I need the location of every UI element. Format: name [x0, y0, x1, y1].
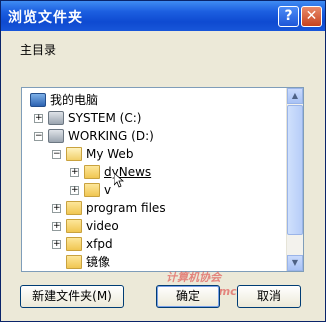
expand-icon[interactable]: +: [70, 168, 79, 177]
scrollbar-thumb[interactable]: [287, 105, 303, 235]
vertical-scrollbar[interactable]: ▲ ▼: [286, 88, 303, 271]
title-bar: 浏览文件夹 ? ✕: [1, 1, 325, 31]
browse-folder-dialog: 浏览文件夹 ? ✕ 主目录 我的电脑 + SYSTEM (C:) − WORKI…: [0, 0, 326, 322]
dialog-prompt: 主目录: [20, 43, 57, 57]
folder-icon: [66, 237, 82, 251]
help-button[interactable]: ?: [278, 6, 299, 27]
expand-icon[interactable]: +: [52, 204, 61, 213]
folder-icon: [84, 183, 100, 197]
close-button[interactable]: ✕: [301, 6, 322, 27]
new-folder-button[interactable]: 新建文件夹(M): [20, 285, 124, 308]
expand-icon[interactable]: +: [34, 114, 43, 123]
folder-open-icon: [66, 147, 82, 161]
collapse-icon[interactable]: −: [34, 132, 43, 141]
expand-icon[interactable]: +: [52, 222, 61, 231]
mouse-cursor-icon: [114, 173, 124, 188]
computer-icon: [30, 93, 46, 107]
expand-icon[interactable]: +: [70, 186, 79, 195]
folder-icon: [84, 165, 100, 179]
scroll-up-arrow-icon[interactable]: ▲: [287, 88, 303, 104]
drive-icon: [48, 129, 64, 143]
folder-icon: [66, 219, 82, 233]
folder-icon: [66, 201, 82, 215]
collapse-icon[interactable]: −: [52, 150, 61, 159]
expand-icon[interactable]: +: [52, 240, 61, 249]
folder-icon: [66, 255, 82, 269]
cancel-button[interactable]: 取消: [237, 285, 301, 308]
window-title: 浏览文件夹: [8, 10, 83, 26]
drive-icon: [48, 111, 64, 125]
folder-tree[interactable]: 我的电脑 + SYSTEM (C:) − WORKING (D:) − My W…: [21, 87, 304, 272]
ok-button[interactable]: 确定: [156, 285, 220, 308]
